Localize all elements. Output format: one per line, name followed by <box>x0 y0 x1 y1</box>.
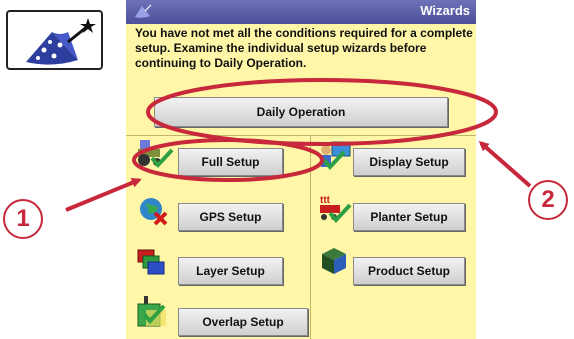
full-setup-highlight <box>132 138 324 182</box>
arrow-2 <box>478 141 532 188</box>
annotation-overlay <box>65 78 532 212</box>
stage: Wizards You have not met all the conditi… <box>0 0 574 339</box>
arrow-1 <box>65 178 142 212</box>
callout-1: 1 <box>3 199 43 239</box>
daily-operation-highlight <box>146 78 498 146</box>
callout-2: 2 <box>528 180 568 220</box>
